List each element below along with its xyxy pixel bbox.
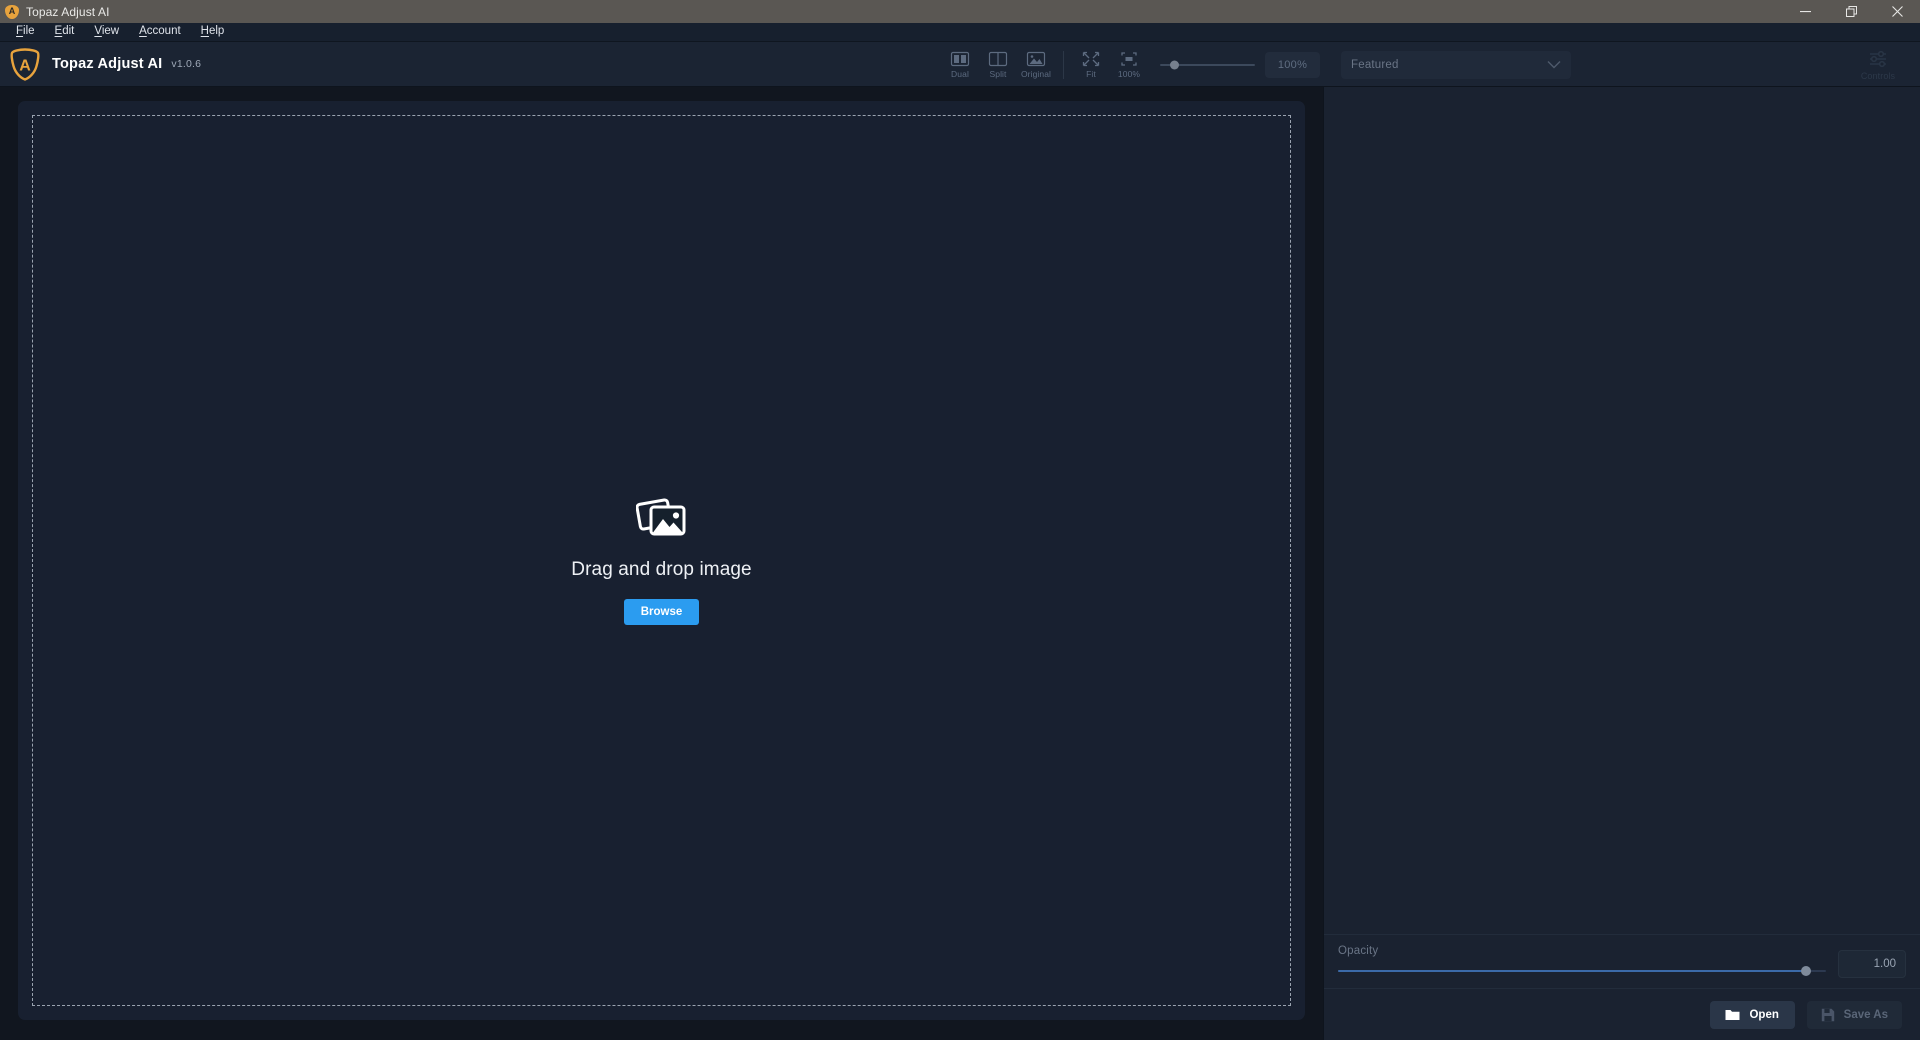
menu-item-help[interactable]: Help: [191, 24, 235, 40]
view-mode-original-label: Original: [1020, 69, 1052, 80]
view-mode-split-label: Split: [989, 69, 1007, 80]
opacity-slider[interactable]: [1338, 965, 1826, 977]
opacity-value-field[interactable]: 1.00: [1838, 950, 1906, 978]
opacity-control: Opacity 1.00: [1324, 934, 1920, 988]
dual-view-icon: [950, 52, 970, 67]
zoom-slider-thumb[interactable]: [1169, 60, 1179, 69]
original-image-icon: [1026, 52, 1046, 67]
open-button-label: Open: [1749, 1008, 1779, 1021]
zoom-slider[interactable]: [1160, 42, 1255, 87]
opacity-slider-thumb[interactable]: [1801, 966, 1812, 976]
actual-size-icon: [1121, 52, 1137, 66]
view-mode-dual-label: Dual: [951, 69, 969, 80]
zoom-mode-group: Fit 100%: [1072, 42, 1148, 87]
topaz-shield-icon: A: [10, 47, 40, 81]
view-mode-group: Dual Split Original: [941, 42, 1055, 87]
split-view-icon: [988, 52, 1008, 67]
canvas-card: Drag and drop image Browse: [18, 101, 1305, 1020]
zoom-actual-label: 100%: [1117, 69, 1141, 80]
menu-label-account-rest: ccount: [146, 25, 181, 38]
right-panel: Featured Controls Opacity 1.00 Open Save…: [1323, 50, 1920, 1040]
main-body: Drag and drop image Browse Featured Cont…: [0, 50, 1920, 1040]
view-mode-dual-button[interactable]: Dual: [941, 44, 979, 85]
preset-dropdown-value: Featured: [1351, 58, 1399, 71]
menu-item-edit[interactable]: Edit: [45, 24, 85, 40]
controls-toggle-button[interactable]: Controls: [1848, 43, 1908, 86]
menu-bar: File Edit View Account Help: [0, 23, 1920, 42]
window-title: Topaz Adjust AI: [26, 4, 110, 19]
image-dropzone[interactable]: Drag and drop image Browse: [32, 115, 1291, 1006]
zoom-level-value: 100%: [1277, 58, 1308, 71]
titlebar-logo-icon: A: [5, 4, 19, 19]
toolbar-divider: [1063, 50, 1064, 79]
menu-item-account[interactable]: Account: [129, 24, 191, 40]
dropzone-content: Drag and drop image Browse: [571, 496, 752, 625]
window-controls: [1782, 0, 1920, 23]
restore-button[interactable]: [1828, 0, 1874, 23]
view-mode-original-button[interactable]: Original: [1017, 44, 1055, 85]
fit-screen-icon: [1082, 52, 1100, 67]
controls-toggle-label: Controls: [1860, 70, 1896, 81]
sliders-icon: [1870, 50, 1886, 67]
opacity-label: Opacity: [1338, 945, 1379, 957]
window-title-bar: A Topaz Adjust AI: [0, 0, 1920, 23]
app-version: v1.0.6: [171, 58, 202, 70]
preset-dropdown[interactable]: Featured: [1341, 50, 1571, 79]
menu-item-view[interactable]: View: [84, 24, 129, 40]
menu-label-file-rest: ile: [23, 25, 35, 38]
menu-label-help-rest: elp: [208, 25, 225, 38]
svg-text:A: A: [19, 57, 31, 74]
zoom-level-readout[interactable]: 100%: [1265, 51, 1320, 78]
opacity-slider-fill: [1338, 970, 1807, 972]
view-mode-split-button[interactable]: Split: [979, 44, 1017, 85]
view-toolbar: Dual Split Original Fit 100% 100%: [941, 42, 1320, 87]
browse-button[interactable]: Browse: [623, 599, 700, 625]
panel-actions: Open Save As: [1324, 988, 1920, 1040]
menu-item-file[interactable]: File: [6, 24, 45, 40]
zoom-fit-button[interactable]: Fit: [1072, 44, 1110, 85]
photos-stack-icon: [635, 496, 688, 545]
opacity-slider-row: 1.00: [1338, 950, 1906, 978]
app-title: Topaz Adjust AI: [52, 56, 163, 72]
chevron-down-icon: [1547, 61, 1561, 69]
zoom-actual-button[interactable]: 100%: [1110, 44, 1148, 85]
close-icon: [1891, 6, 1903, 17]
open-button[interactable]: Open: [1709, 1000, 1795, 1029]
menu-label-edit-rest: dit: [62, 25, 75, 38]
restore-icon: [1845, 6, 1857, 17]
close-button[interactable]: [1874, 0, 1920, 23]
floppy-disk-icon: [1821, 1008, 1834, 1021]
opacity-value: 1.00: [1873, 958, 1896, 970]
menu-label-view-rest: iew: [101, 25, 120, 38]
folder-icon: [1725, 1010, 1740, 1020]
adjustments-list: [1324, 87, 1920, 934]
dropzone-message: Drag and drop image: [571, 559, 752, 580]
save-as-button[interactable]: Save As: [1806, 1000, 1902, 1029]
minimize-button[interactable]: [1782, 0, 1828, 23]
minimize-icon: [1799, 11, 1811, 13]
brand-block: A Topaz Adjust AI v1.0.6: [0, 47, 202, 81]
zoom-fit-label: Fit: [1086, 69, 1096, 80]
preset-bar: Featured Controls: [1323, 42, 1920, 87]
save-as-button-label: Save As: [1843, 1008, 1888, 1021]
canvas-area: Drag and drop image Browse: [0, 87, 1323, 1040]
